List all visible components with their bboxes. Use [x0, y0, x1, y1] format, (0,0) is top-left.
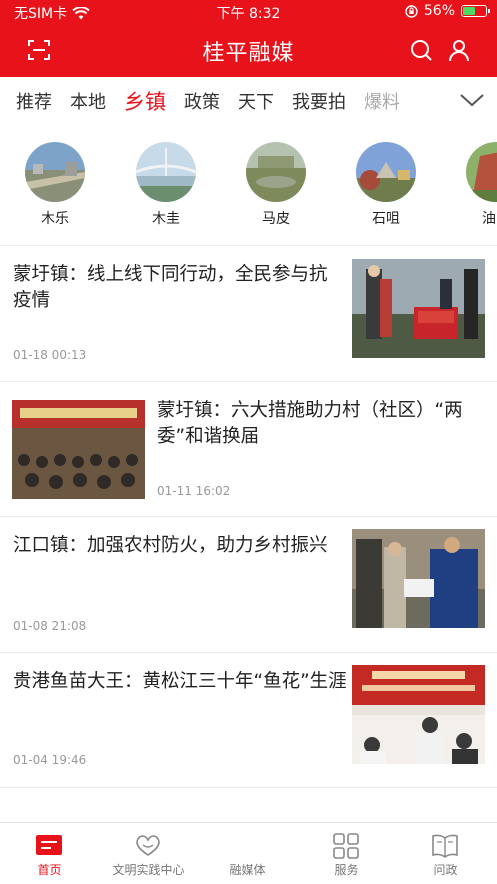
town-label: 油 — [482, 211, 496, 227]
town-label: 木圭 — [152, 211, 180, 227]
town-item[interactable]: 木圭 — [126, 140, 206, 228]
divider — [0, 787, 497, 788]
news-item[interactable]: 贵港鱼苗大王：黄松江三十年“鱼花”生涯 01-04 19:46 — [0, 653, 497, 788]
category-tabs: 推荐 本地 乡镇 政策 天下 我要拍 爆料 — [0, 77, 497, 125]
news-title: 贵港鱼苗大王：黄松江三十年“鱼花”生涯 — [13, 671, 347, 692]
tab-policy[interactable]: 政策 — [184, 88, 220, 114]
nav-service-label: 服务 — [334, 863, 359, 877]
app-header: 桂平融媒 — [0, 24, 497, 77]
nav-service[interactable]: 服务 — [297, 823, 396, 884]
news-thumbnail — [352, 529, 485, 628]
tab-towns[interactable]: 乡镇 — [124, 86, 166, 116]
news-thumbnail — [352, 259, 485, 358]
battery-icon — [461, 5, 490, 17]
town-label: 石咀 — [372, 211, 400, 227]
nav-inquiry[interactable]: 问政 — [396, 823, 495, 884]
news-thumbnail — [12, 400, 145, 499]
nav-inquiry-label: 问政 — [433, 863, 458, 877]
news-item[interactable]: 蒙圩镇：六大措施助力村（社区）“两委”和谐换届 01-11 16:02 — [0, 382, 497, 517]
news-time: 01-11 16:02 — [157, 484, 231, 498]
nav-civilization-center[interactable]: 文明实践中心 — [99, 823, 198, 884]
news-thumbnail — [352, 665, 485, 764]
town-item[interactable]: 石咀 — [346, 140, 426, 228]
town-label: 马皮 — [262, 211, 290, 227]
town-image — [136, 142, 196, 202]
nav-home[interactable]: 首页 — [0, 823, 99, 884]
town-label: 木乐 — [41, 211, 69, 227]
grid-icon — [333, 833, 359, 859]
town-item[interactable]: 木乐 — [15, 140, 95, 228]
chevron-down-icon[interactable] — [459, 89, 485, 111]
news-title: 蒙圩镇：线上线下同行动，全民参与抗疫情 — [13, 264, 328, 311]
bottom-nav: 首页 文明实践中心 融媒体 服务 问政 — [0, 822, 497, 883]
nav-media-label: 融媒体 — [229, 863, 266, 877]
tab-tipoff[interactable]: 爆料 — [364, 88, 400, 114]
nav-media[interactable]: 融媒体 — [198, 823, 297, 884]
home-icon — [36, 835, 62, 855]
town-image — [246, 142, 306, 202]
town-image — [466, 142, 497, 202]
heart-hands-icon — [136, 835, 160, 856]
battery-percent: 56% — [423, 3, 455, 19]
search-icon[interactable] — [408, 37, 434, 63]
book-icon — [432, 834, 458, 858]
news-time: 01-08 21:08 — [13, 619, 87, 633]
news-item[interactable]: 蒙圩镇：线上线下同行动，全民参与抗疫情 01-18 00:13 — [0, 246, 497, 381]
nav-home-label: 首页 — [37, 863, 62, 877]
status-bar: 无SIM卡 下午 8:32 56% — [0, 0, 497, 24]
tab-recommend[interactable]: 推荐 — [16, 88, 52, 114]
tab-local[interactable]: 本地 — [70, 88, 106, 114]
town-image — [356, 142, 416, 202]
news-time: 01-18 00:13 — [13, 348, 87, 362]
tab-world[interactable]: 天下 — [238, 88, 274, 114]
town-image — [25, 142, 85, 202]
nav-civilization-label: 文明实践中心 — [112, 863, 185, 877]
news-item[interactable]: 江口镇：加强农村防火，助力乡村振兴 01-08 21:08 — [0, 517, 497, 652]
news-time: 01-04 19:46 — [13, 753, 87, 767]
news-title: 蒙圩镇：六大措施助力村（社区）“两委”和谐换届 — [157, 400, 463, 447]
battery-fill — [463, 7, 475, 15]
town-list: 木乐 木圭 马皮 石咀 油 — [0, 140, 497, 234]
news-title: 江口镇：加强农村防火，助力乡村振兴 — [13, 535, 328, 556]
status-right: 56% — [405, 3, 490, 19]
orientation-lock-icon — [405, 4, 418, 18]
town-item[interactable]: 马皮 — [236, 140, 316, 228]
tab-shoot[interactable]: 我要拍 — [292, 88, 346, 114]
town-item[interactable]: 油 — [456, 140, 497, 228]
user-icon[interactable] — [446, 37, 472, 63]
